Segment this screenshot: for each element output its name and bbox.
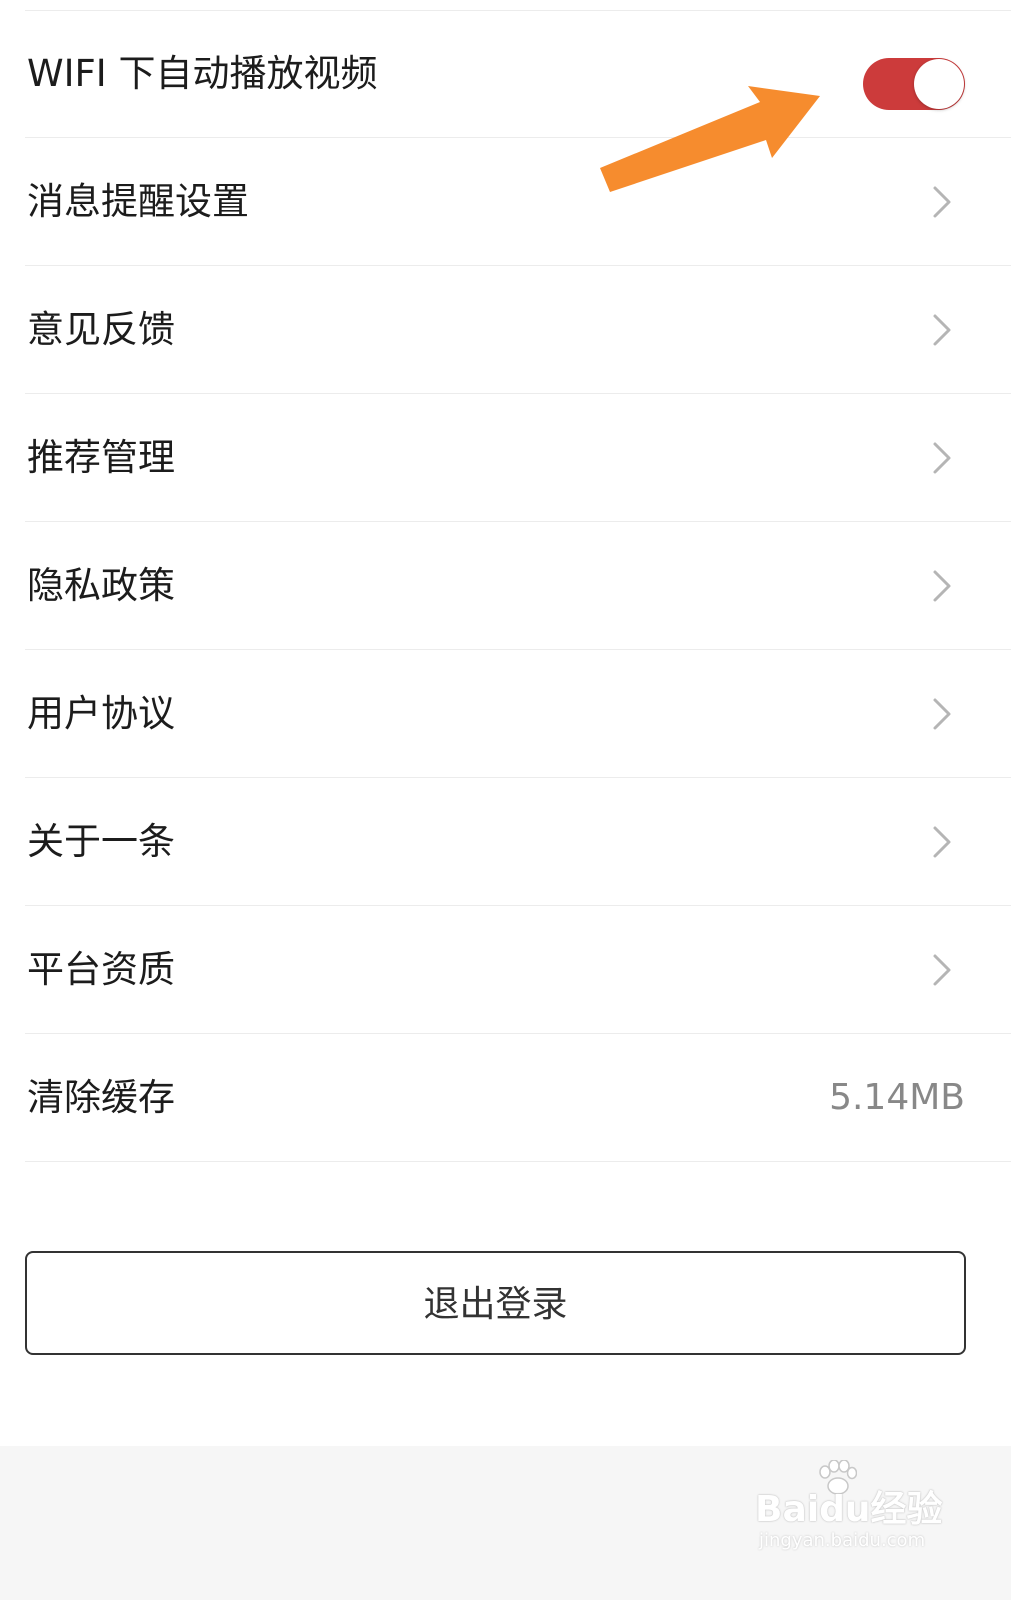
settings-row-about[interactable]: 关于一条 [0, 778, 1011, 906]
wifi-autoplay-label: WIFI 下自动播放视频 [27, 52, 378, 95]
settings-item-label: 意见反馈 [27, 308, 175, 351]
watermark-url: jingyan.baidu.com [759, 1530, 926, 1551]
cache-size-value: 5.14MB [829, 1077, 965, 1118]
settings-row-clear-cache[interactable]: 清除缓存 5.14MB [0, 1034, 1011, 1162]
chevron-right-icon [933, 826, 951, 858]
settings-item-label: 关于一条 [27, 820, 175, 863]
baidu-jingyan-watermark: Baidu经验 jingyan.baidu.com [755, 1460, 955, 1570]
settings-item-label: 隐私政策 [27, 564, 175, 607]
settings-item-label: 平台资质 [27, 948, 175, 991]
chevron-right-icon [933, 186, 951, 218]
settings-row-wifi-autoplay: WIFI 下自动播放视频 [0, 10, 1011, 138]
settings-row-feedback[interactable]: 意见反馈 [0, 266, 1011, 394]
settings-item-label: 推荐管理 [27, 436, 175, 479]
settings-row-user-agreement[interactable]: 用户协议 [0, 650, 1011, 778]
chevron-right-icon [933, 314, 951, 346]
settings-row-privacy-policy[interactable]: 隐私政策 [0, 522, 1011, 650]
settings-item-label: 消息提醒设置 [27, 180, 249, 223]
chevron-right-icon [933, 954, 951, 986]
watermark-logo-text: Baidu经验 [755, 1489, 943, 1530]
divider [25, 1161, 1011, 1162]
settings-row-platform-qualification[interactable]: 平台资质 [0, 906, 1011, 1034]
settings-row-notifications[interactable]: 消息提醒设置 [0, 138, 1011, 266]
settings-row-recommendation[interactable]: 推荐管理 [0, 394, 1011, 522]
settings-item-label: 用户协议 [27, 692, 175, 735]
clear-cache-label: 清除缓存 [27, 1076, 175, 1119]
chevron-right-icon [933, 570, 951, 602]
toggle-knob [914, 59, 964, 109]
annotation-arrow-icon [600, 86, 820, 192]
wifi-autoplay-toggle[interactable] [863, 58, 965, 110]
logout-button[interactable]: 退出登录 [25, 1251, 966, 1355]
chevron-right-icon [933, 442, 951, 474]
chevron-right-icon [933, 698, 951, 730]
